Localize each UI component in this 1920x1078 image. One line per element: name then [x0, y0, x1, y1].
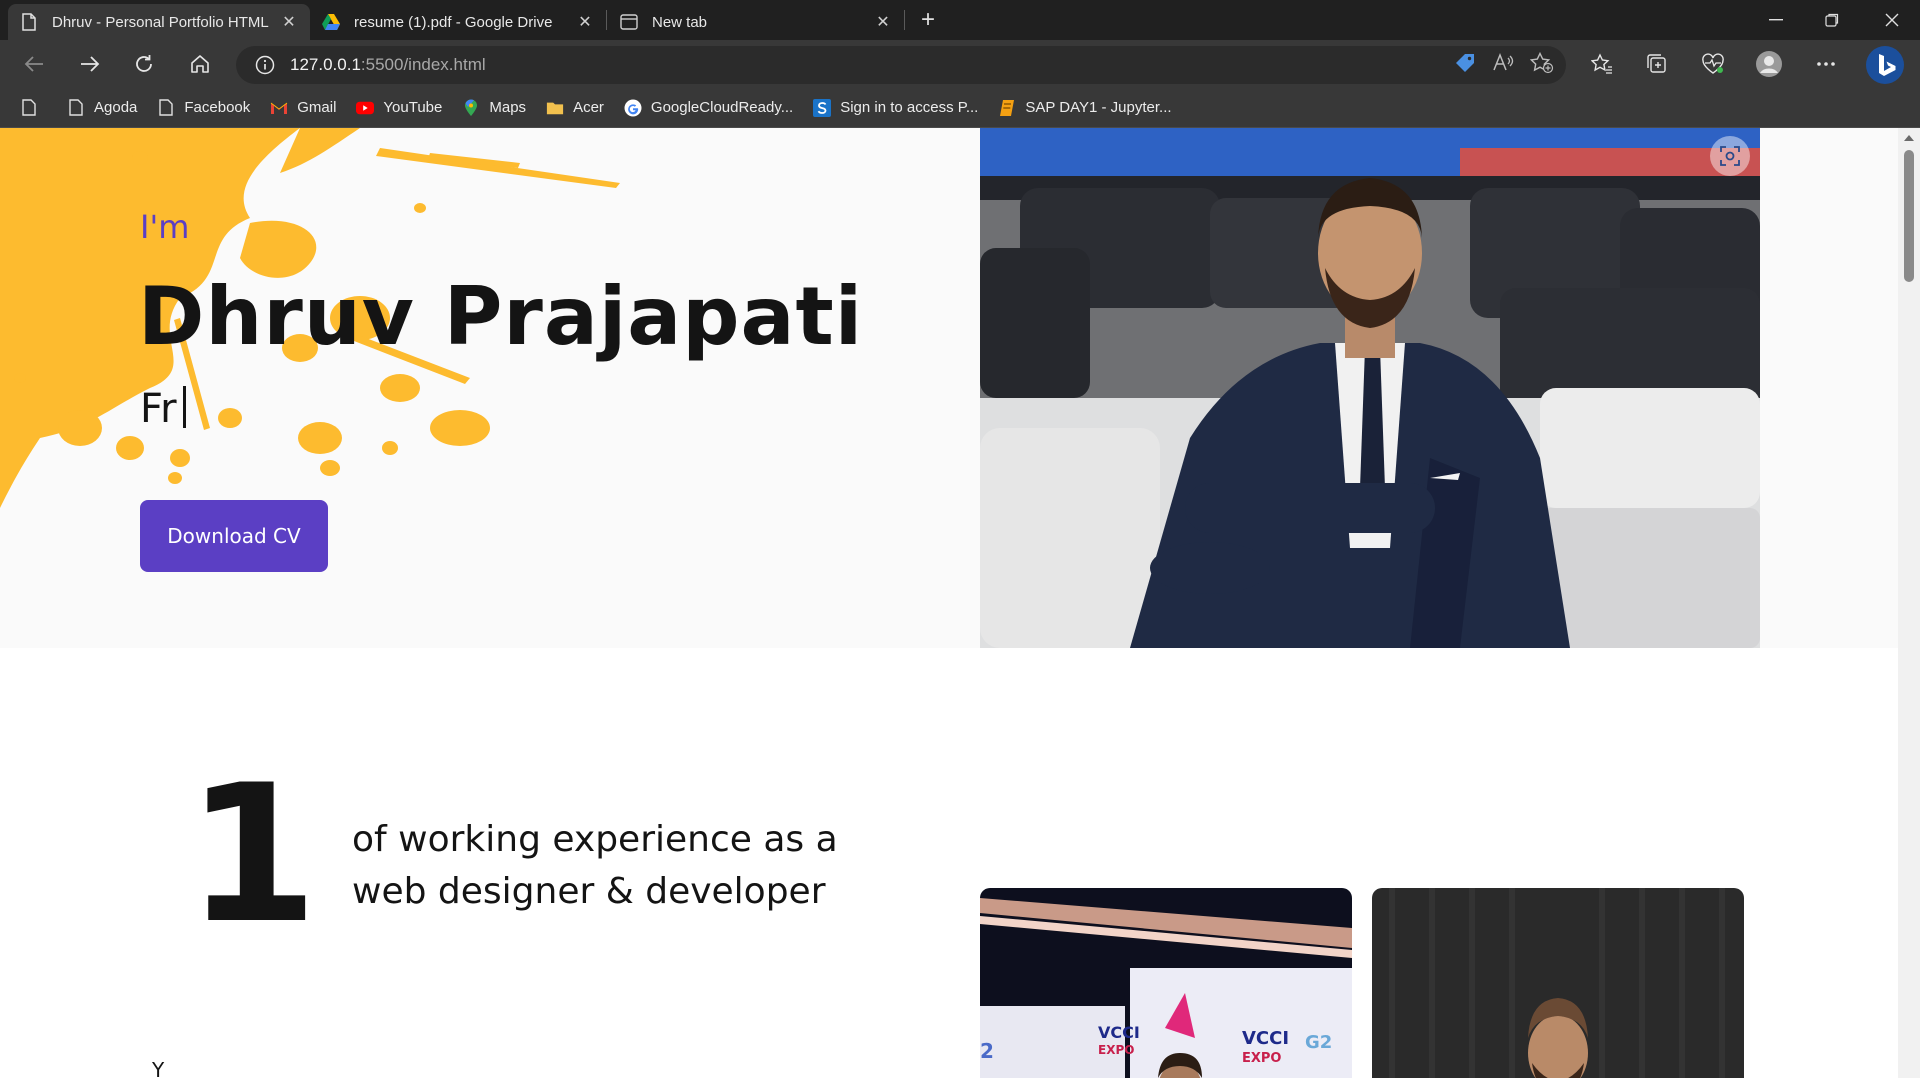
bookmark-label: Gmail — [297, 99, 337, 116]
tab-new-tab[interactable]: New tab ✕ — [608, 4, 904, 40]
shopping-tag-icon[interactable] — [1454, 52, 1476, 78]
browser-essentials-icon[interactable] — [1695, 46, 1731, 82]
bookmark-sign-in[interactable]: Sign in to access P... — [813, 98, 979, 117]
back-icon[interactable] — [16, 46, 52, 82]
browser-toolbar: 127.0.0.1:5500/index.html — [0, 40, 1920, 88]
google-icon — [624, 99, 642, 117]
bookmark-agoda[interactable]: Agoda — [67, 99, 137, 117]
bookmarks-bar: Agoda Facebook Gmail YouTube Maps Acer G… — [0, 88, 1920, 128]
page-icon — [157, 99, 175, 117]
url-path: :5500/index.html — [360, 55, 486, 74]
tab-portfolio[interactable]: Dhruv - Personal Portfolio HTML ✕ — [8, 4, 310, 40]
experience-description: of working experience as a web designer … — [352, 819, 838, 912]
bookmark-facebook[interactable]: Facebook — [157, 99, 250, 117]
bookmark-label: Maps — [489, 99, 527, 116]
home-icon[interactable] — [182, 46, 218, 82]
bookmark-acer[interactable]: Acer — [546, 99, 604, 117]
s-icon — [813, 98, 832, 117]
favorites-icon[interactable] — [1584, 46, 1620, 82]
tab-google-drive[interactable]: resume (1).pdf - Google Drive ✕ — [310, 4, 606, 40]
gallery-card-portrait — [1372, 888, 1744, 1078]
forward-icon[interactable] — [72, 46, 108, 82]
bookmark-googlecloudready[interactable]: GoogleCloudReady... — [624, 99, 793, 117]
google-drive-icon — [322, 13, 340, 31]
profile-photo — [980, 128, 1760, 648]
visual-search-icon[interactable] — [1710, 136, 1750, 176]
tab-title: Dhruv - Personal Portfolio HTML — [52, 13, 269, 31]
svg-text:2: 2 — [980, 1039, 994, 1063]
close-icon[interactable]: ✕ — [874, 13, 892, 31]
bookmark-maps[interactable]: Maps — [462, 98, 527, 117]
read-aloud-icon[interactable] — [1492, 52, 1514, 78]
download-cv-button[interactable]: Download CV — [140, 500, 328, 572]
url-host: 127.0.0.1 — [290, 55, 361, 74]
experience-years-label: Y — [152, 1058, 165, 1078]
more-options-icon[interactable] — [1808, 46, 1844, 82]
tab-divider — [904, 10, 905, 30]
bookmark-sap-jupyter[interactable]: SAP DAY1 - Jupyter... — [998, 99, 1172, 117]
refresh-icon[interactable] — [126, 46, 162, 82]
page-scrollbar[interactable] — [1898, 128, 1920, 1078]
new-tab-icon — [620, 13, 638, 31]
tab-bar: Dhruv - Personal Portfolio HTML ✕ resume… — [0, 0, 1920, 40]
bookmark-label: Sign in to access P... — [840, 99, 979, 116]
minimize-icon[interactable] — [1748, 0, 1804, 40]
tab-title: resume (1).pdf - Google Drive — [354, 13, 553, 31]
page-viewport: I'm Dhruv Prajapati Fr Download CV 1 of … — [0, 128, 1920, 1078]
profile-avatar-icon[interactable] — [1751, 46, 1787, 82]
page-icon — [20, 99, 38, 117]
bookmark-label: YouTube — [383, 99, 443, 116]
bookmark-blank[interactable] — [20, 99, 47, 117]
new-tab-button[interactable]: + — [912, 6, 944, 34]
gmail-icon — [270, 99, 288, 117]
site-info-icon[interactable] — [254, 54, 276, 76]
close-icon[interactable]: ✕ — [576, 13, 594, 31]
bookmark-label: Facebook — [184, 99, 251, 116]
folder-icon — [546, 99, 564, 117]
page-icon — [67, 99, 85, 117]
collections-icon[interactable] — [1639, 46, 1675, 82]
bookmark-label: Acer — [573, 99, 604, 116]
close-icon[interactable]: ✕ — [280, 13, 298, 31]
maps-icon — [462, 98, 480, 117]
bookmark-gmail[interactable]: Gmail — [270, 99, 336, 117]
profile-photo-illustration — [980, 128, 1760, 648]
tab-title: New tab — [652, 13, 708, 31]
scroll-up-icon[interactable] — [1903, 132, 1915, 144]
expo-photo-illustration: VCCI EXPO VCCI EXPO G2 2 — [980, 888, 1352, 1078]
bing-copilot-icon[interactable] — [1864, 44, 1906, 86]
url-text[interactable]: 127.0.0.1:5500/index.html — [290, 55, 486, 75]
tab-divider — [606, 10, 607, 30]
add-favorite-icon[interactable] — [1529, 51, 1554, 78]
bookmark-label: GoogleCloudReady... — [650, 99, 794, 116]
typed-text: Fr — [140, 386, 177, 432]
page-icon — [20, 13, 38, 31]
hero-name: Dhruv Prajapati — [138, 270, 864, 363]
svg-text:EXPO: EXPO — [1242, 1051, 1281, 1066]
notebook-icon — [998, 99, 1016, 117]
typed-role-text: Fr — [140, 386, 186, 432]
experience-years-number: 1 — [186, 744, 319, 965]
svg-text:VCCI: VCCI — [1242, 1028, 1289, 1049]
youtube-icon — [356, 99, 375, 117]
restore-icon[interactable] — [1804, 0, 1860, 40]
hero-intro: I'm — [140, 208, 190, 246]
window-close-icon[interactable] — [1864, 0, 1920, 40]
gallery-card-expo: VCCI EXPO VCCI EXPO G2 2 — [980, 888, 1352, 1078]
bookmark-label: SAP DAY1 - Jupyter... — [1025, 99, 1172, 116]
svg-text:G2: G2 — [1305, 1032, 1332, 1053]
address-bar[interactable]: 127.0.0.1:5500/index.html — [236, 46, 1566, 84]
svg-text:VCCI: VCCI — [1098, 1023, 1140, 1042]
scrollbar-thumb[interactable] — [1904, 150, 1914, 282]
bookmark-label: Agoda — [94, 99, 138, 116]
bookmark-youtube[interactable]: YouTube — [356, 99, 442, 117]
portrait-photo-illustration — [1372, 888, 1744, 1078]
svg-text:EXPO: EXPO — [1098, 1043, 1134, 1057]
typing-caret — [182, 386, 186, 428]
hero-section: I'm Dhruv Prajapati Fr Download CV — [0, 128, 1920, 648]
